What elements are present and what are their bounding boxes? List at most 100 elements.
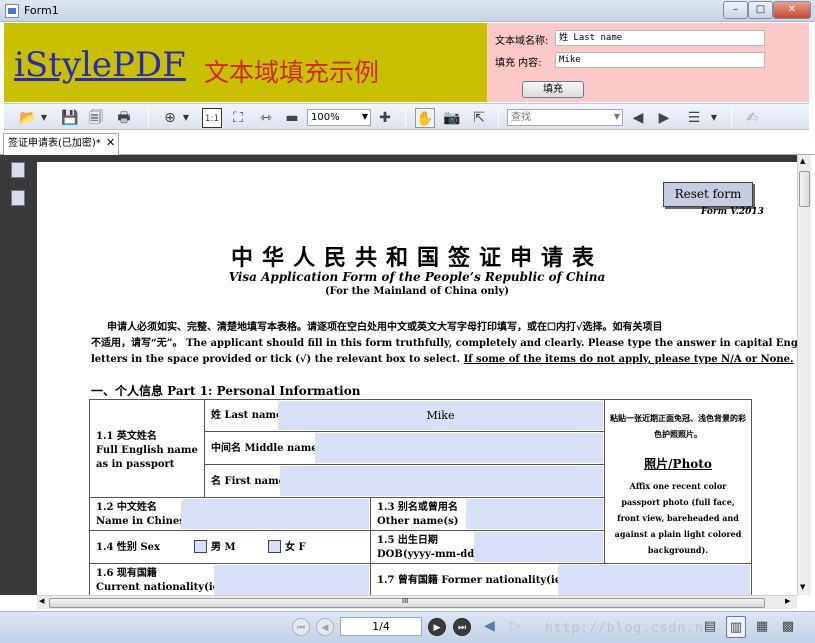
zoom-dropdown-icon[interactable]: ▼ <box>182 108 190 128</box>
q15-label: 1.5 出生日期 DOB(yyyy-mm-dd) <box>377 535 479 560</box>
tab-document[interactable]: 签证申请表(已加密)* ✕ <box>3 133 119 155</box>
bookmark-icon[interactable] <box>11 162 25 178</box>
q11-cell: 1.1 英文姓名 Full English name as in passpor… <box>89 399 205 498</box>
q12-label: 1.2 中文姓名 Name in Chinese <box>96 502 192 527</box>
dob-field[interactable] <box>474 532 603 562</box>
hand-tool-icon[interactable]: ✋ <box>415 108 435 128</box>
form-version: Form V.2013 <box>701 207 764 217</box>
open-dropdown-icon[interactable]: ▼ <box>40 108 48 128</box>
vertical-scroll-thumb[interactable] <box>799 171 810 207</box>
fill-button[interactable]: 填充 <box>522 81 584 98</box>
q14-row: 1.4 性别 Sex 男 M 女 F <box>89 530 371 564</box>
zoom-in-icon[interactable]: ⊕ <box>160 108 180 128</box>
former-nationality-field[interactable] <box>558 565 750 595</box>
prev-result-icon[interactable]: ◀ <box>628 108 648 128</box>
continuous-view-icon[interactable]: ▥ <box>726 616 746 638</box>
q13-row: 1.3 别名或曾用名 Other name(s) <box>370 497 605 531</box>
form-subtitle-scope: (For the Mainland of China only) <box>324 286 510 297</box>
vertical-scrollbar[interactable]: ▲ ▼ <box>797 155 811 595</box>
zoom-select[interactable]: 100% ▼ <box>307 109 371 126</box>
facing-view-icon[interactable]: ▦ <box>752 616 772 638</box>
q12-row: 1.2 中文姓名 Name in Chinese <box>89 497 371 531</box>
field-name-input[interactable]: 姓 Last name <box>555 30 765 46</box>
sign-icon[interactable]: ✍ <box>742 108 762 128</box>
photo-instructions-en: Affix one recent color passport photo (f… <box>614 481 742 555</box>
female-checkbox[interactable] <box>268 540 281 553</box>
next-page-icon[interactable]: ▶ <box>428 618 446 636</box>
scroll-up-icon[interactable]: ▲ <box>800 157 805 165</box>
zoom-value: 100% <box>311 112 340 123</box>
snapshot-icon[interactable]: 📷 <box>442 108 462 128</box>
scroll-left-icon[interactable]: ◀ <box>39 597 44 605</box>
side-panel-rail <box>0 155 37 595</box>
print-icon[interactable]: 🖶 <box>114 108 134 128</box>
first-name-field[interactable] <box>280 466 603 496</box>
form-subtitle: Visa Application Form of the People’s Re… <box>228 270 606 284</box>
next-result-icon[interactable]: ▶ <box>654 108 674 128</box>
actual-size-icon[interactable]: 1:1 <box>202 108 222 128</box>
fill-content-label: 填充 内容: <box>495 58 542 69</box>
single-page-view-icon[interactable]: ▤ <box>700 616 720 638</box>
prev-page-icon[interactable]: ◀ <box>316 618 334 636</box>
banner-subtitle: 文本域填充示例 <box>204 58 380 87</box>
select-icon[interactable]: ⇱ <box>469 108 489 128</box>
zoom-out-icon[interactable]: ▬ <box>282 108 302 128</box>
fit-page-icon[interactable]: ⛶ <box>228 108 248 128</box>
scroll-down-icon[interactable]: ▼ <box>800 583 805 591</box>
male-checkbox[interactable] <box>194 540 207 553</box>
fill-panel: 文本域名称: 姓 Last name 填充 内容: Mike 填充 <box>487 23 809 102</box>
page-indicator[interactable]: 1/4 <box>340 617 422 636</box>
chinese-name-field[interactable] <box>181 499 369 529</box>
toolbar-separator <box>148 109 149 127</box>
reset-form-button[interactable]: Reset form <box>663 182 753 207</box>
search-input[interactable]: 查找 ▼ <box>507 109 623 126</box>
last-page-icon[interactable]: ⏭ <box>453 618 471 636</box>
horizontal-scrollbar[interactable]: ◀ III ▶ <box>37 595 797 609</box>
minimize-button[interactable]: – <box>723 1 748 19</box>
banner: iStylePDF 文本域填充示例 <box>4 23 487 102</box>
scroll-grip-icon: III <box>402 597 409 605</box>
options-dropdown-icon[interactable]: ▼ <box>710 108 718 128</box>
fill-content-input[interactable]: Mike <box>555 52 765 68</box>
other-names-field[interactable] <box>466 499 603 529</box>
close-window-button[interactable]: ✕ <box>773 1 811 19</box>
section-title: 一、个人信息 Part 1: Personal Information <box>91 384 361 398</box>
fit-width-icon[interactable]: ⇿ <box>256 108 276 128</box>
last-name-label: 姓 Last name <box>211 410 283 421</box>
toolbar-separator <box>405 109 406 127</box>
male-label: 男 M <box>211 542 236 553</box>
q11-label: 1.1 英文姓名 Full English name as in passpor… <box>96 431 198 470</box>
continuous-facing-view-icon[interactable]: ▩ <box>778 616 798 638</box>
intro-line: 不适用，请写“无”。 The applicant should fill in … <box>91 338 797 349</box>
close-icon[interactable]: ✕ <box>106 137 115 149</box>
last-name-row: 姓 Last name Mike <box>204 399 605 432</box>
q16-label: 1.6 现有国籍 Current nationality(ies) <box>96 568 230 593</box>
title-bar: Form1 – □ ✕ <box>0 0 815 22</box>
first-page-icon[interactable]: ⏮ <box>292 618 310 636</box>
scroll-right-icon[interactable]: ▶ <box>785 597 790 605</box>
middle-name-field[interactable] <box>315 433 603 463</box>
last-name-field[interactable]: Mike <box>278 401 603 430</box>
forward-icon[interactable]: ▷ <box>510 618 521 634</box>
horizontal-scroll-thumb[interactable]: III <box>49 597 765 608</box>
open-icon[interactable]: 📂 <box>18 108 38 128</box>
current-nationality-field[interactable] <box>214 565 369 595</box>
zoom-plus-icon[interactable]: ✚ <box>375 108 395 128</box>
save-icon[interactable]: 💾 <box>60 108 80 128</box>
q14-label: 1.4 性别 Sex <box>96 542 160 553</box>
tab-label: 签证申请表(已加密)* <box>8 138 101 149</box>
search-placeholder: 查找 <box>511 112 531 123</box>
back-icon[interactable]: ◀ <box>484 618 495 634</box>
save-as-icon[interactable]: 🗐 <box>86 108 106 128</box>
watermark-text: http://blog.csdn.ne <box>545 621 713 636</box>
attachment-icon[interactable] <box>11 190 25 206</box>
status-bar: ⏮ ◀ 1/4 ▶ ⏭ ◀ ▷ http://blog.csdn.ne ▤ ▥ … <box>0 611 815 643</box>
middle-name-row: 中间名 Middle name <box>204 431 605 465</box>
intro-text: letters in the space provided or tick (√… <box>91 354 464 365</box>
middle-name-label: 中间名 Middle name <box>211 443 318 454</box>
tab-strip <box>0 131 815 155</box>
toolbar-separator <box>731 109 732 127</box>
maximize-button[interactable]: □ <box>748 1 773 19</box>
intro-line: 申请人必须如实、完整、清楚地填写本表格。请逐项在空白处用中文或英文大写字母打印填… <box>107 322 663 333</box>
options-icon[interactable]: ☰ <box>684 108 704 128</box>
